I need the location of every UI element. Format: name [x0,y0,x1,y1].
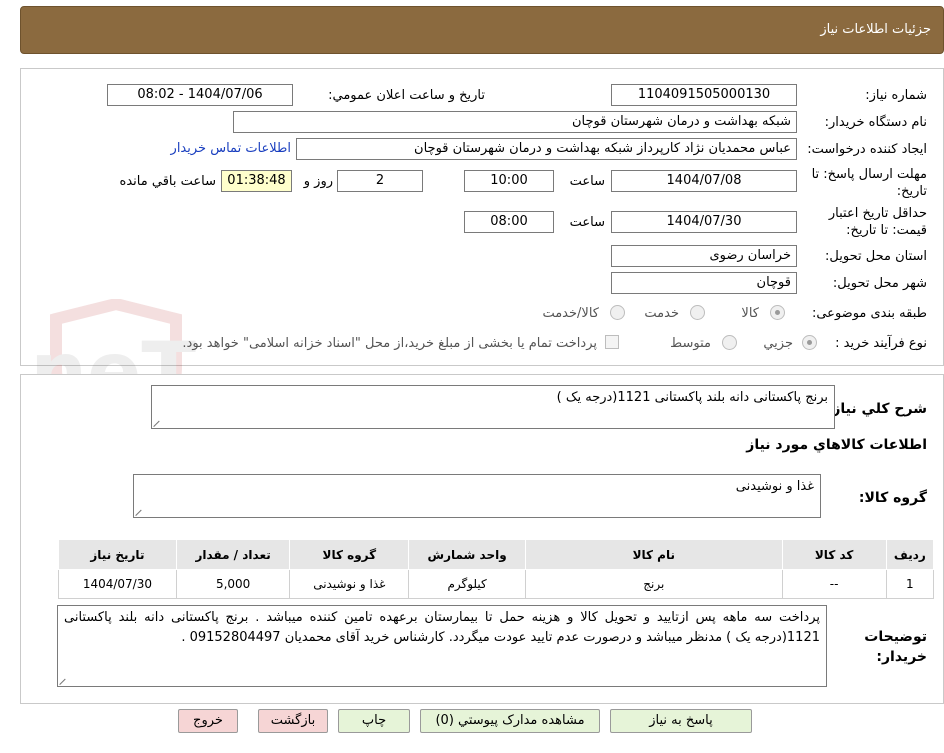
category-radio-goods-service[interactable] [610,305,625,320]
deadline-time-label: ساعت [569,174,605,189]
goods-info-title: اطلاعات کالاهاي مورد نیاز [746,437,927,453]
category-option-goods-service: کالا/خدمت [542,306,599,321]
summary-label: شرح کلي نیاز: [826,401,927,417]
col-code: کد کالا [781,539,887,570]
process-radio-medium[interactable] [722,335,737,350]
category-radio-service[interactable] [690,305,705,320]
remaining-time-label: ساعت باقي مانده [119,174,216,189]
page-header: جزئیات اطلاعات نیاز [20,6,944,54]
col-row: ردیف [885,539,935,570]
resize-grip-icon[interactable] [154,419,162,427]
category-option-service: خدمت [644,306,679,321]
cell-unit: کیلوگرم [408,569,526,599]
cell-date: 1404/07/30 [58,569,177,599]
need-number-label: شماره نیاز: [865,88,927,103]
deadline-date-field[interactable]: 1404/07/08 [611,170,797,192]
category-radio-goods[interactable] [770,305,785,320]
goods-group-label: گروه کالا: [858,490,927,506]
announce-date-field[interactable]: 1404/07/06 - 08:02 [107,84,293,106]
goods-table-header: ردیف کد کالا نام کالا واحد شمارش گروه کا… [58,539,935,570]
col-group: گروه کالا [289,539,410,570]
validity-time-label: ساعت [569,215,605,230]
province-label: استان محل تحویل: [825,249,927,264]
process-option-minor: جزیي [763,336,793,351]
deadline-time-field[interactable]: 10:00 [464,170,554,192]
days-field[interactable]: 2 [337,170,423,192]
validity-time-field[interactable]: 08:00 [464,211,554,233]
print-button[interactable]: چاپ [338,709,410,733]
summary-textarea[interactable]: برنج پاکستانی دانه بلند پاکستانی 1121(در… [151,385,835,429]
process-radio-minor[interactable] [802,335,817,350]
days-label: روز و [303,174,333,189]
city-label: شهر محل تحویل: [832,276,927,291]
announce-date-label: تاریخ و ساعت اعلان عمومي: [328,88,485,103]
back-button[interactable]: بازگشت [258,709,328,733]
buyer-org-field[interactable]: شبکه بهداشت و درمان شهرستان قوچان [233,111,797,133]
cell-code: -- [781,569,887,599]
buyer-contact-link[interactable]: اطلاعات تماس خریدار [171,141,291,156]
view-attachments-button[interactable]: مشاهده مدارک پیوستي (0) [420,709,600,733]
need-info-panel: AriaTender.neT شماره نیاز: 1104091505000… [20,68,944,429]
page-title: جزئیات اطلاعات نیاز [820,22,931,37]
city-field[interactable]: قوچان [611,272,797,294]
cell-row: 1 [885,569,935,599]
goods-table: ردیف کد کالا نام کالا واحد شمارش گروه کا… [58,539,935,599]
province-field[interactable]: خراسان رضوی [611,245,797,267]
remaining-time-field: 01:38:48 [221,170,292,192]
cell-group: غذا و نوشیدنی [289,569,410,599]
buyer-org-label: نام دستگاه خریدار: [824,115,927,130]
summary-text: برنج پاکستانی دانه بلند پاکستانی 1121(در… [556,390,828,405]
validity-date-field[interactable]: 1404/07/30 [611,211,797,233]
need-number-field[interactable]: 1104091505000130 [611,84,797,106]
goods-group-textarea[interactable]: غذا و نوشیدنی [133,474,821,518]
creator-field[interactable]: عباس محمدیان نژاد کارپرداز شبکه بهداشت و… [296,138,797,160]
need-details-panel: شرح کلي نیاز: برنج پاکستانی دانه بلند پا… [20,374,944,704]
deadline-label: مهلت ارسال پاسخ: تا تاریخ: [811,167,927,199]
col-unit: واحد شمارش [408,539,526,570]
exit-button[interactable]: خروج [178,709,238,733]
process-option-medium: متوسط [670,336,711,351]
reply-button[interactable]: پاسخ به نیاز [610,709,752,733]
creator-label: ایجاد کننده درخواست: [807,142,927,157]
buyer-notes-textarea[interactable]: پرداخت سه ماهه پس ازتایید و تحویل کالا و… [57,605,827,687]
cell-quantity: 5,000 [175,569,291,599]
resize-grip-icon[interactable] [60,677,68,685]
category-label: طبقه بندی موضوعی: [811,306,927,321]
buyer-notes-label: توضیحات خریدار: [864,629,927,665]
col-quantity: تعداد / مقدار [175,539,291,570]
cell-name: برنج [524,569,783,599]
validity-label: حداقل تاریخ اعتبار قیمت: تا تاریخ: [828,206,927,238]
category-option-goods: کالا [741,306,759,321]
treasury-docs-note: پرداخت تمام یا بخشی از مبلغ خرید،از محل … [182,336,597,351]
resize-grip-icon[interactable] [136,508,144,516]
treasury-docs-checkbox[interactable] [605,335,619,349]
process-label: نوع فرآیند خرید : [835,336,927,351]
col-name: نام کالا [524,539,783,570]
table-row: 1 -- برنج کیلوگرم غذا و نوشیدنی 5,000 14… [58,569,935,599]
buyer-notes-text: پرداخت سه ماهه پس ازتایید و تحویل کالا و… [64,610,820,645]
col-date: تاریخ نیاز [58,539,177,570]
goods-group-text: غذا و نوشیدنی [735,479,814,494]
